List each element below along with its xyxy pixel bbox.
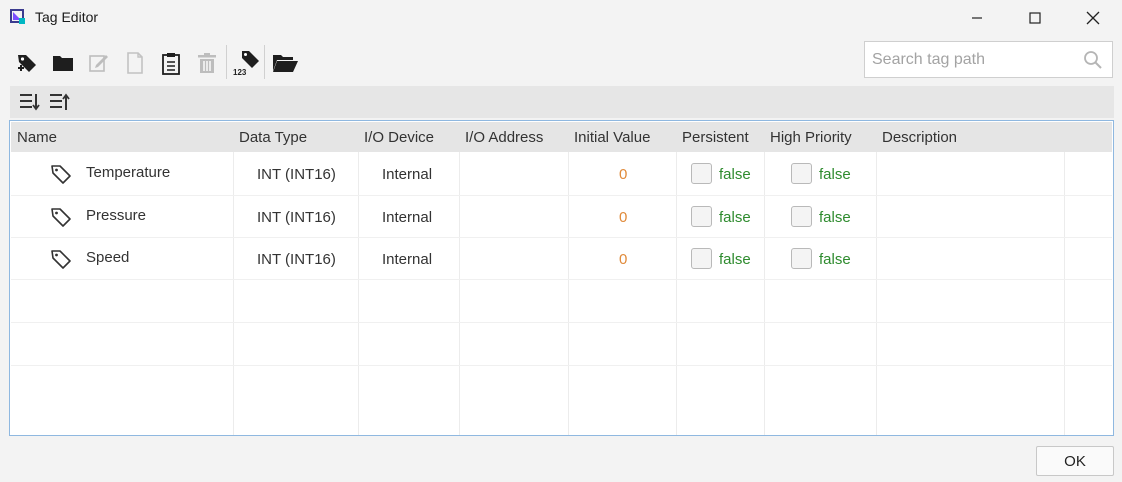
minimize-icon <box>972 17 982 19</box>
grid-header: Name Data Type I/O Device I/O Address In… <box>11 122 1112 152</box>
persistent-checkbox[interactable] <box>691 206 712 227</box>
sort-bar <box>10 86 1114 118</box>
title-bar: Tag Editor <box>0 0 1122 36</box>
data-type-value: INT (INT16) <box>257 251 336 268</box>
maximize-button[interactable] <box>1012 0 1058 36</box>
row-divider <box>11 237 1112 238</box>
data-type-value: INT (INT16) <box>257 209 336 226</box>
column-header-io-address[interactable]: I/O Address <box>465 129 543 146</box>
paste-button[interactable] <box>156 47 186 79</box>
tag-numeric-button[interactable]: 123 <box>232 47 262 79</box>
persistent-checkbox[interactable] <box>691 248 712 269</box>
sort-ascending-icon <box>20 94 40 111</box>
tag-icon <box>51 208 71 227</box>
app-logo-icon <box>10 9 25 24</box>
column-header-data-type[interactable]: Data Type <box>239 129 307 146</box>
edit-button[interactable] <box>84 47 114 79</box>
persistent-value: false <box>719 251 751 268</box>
column-header-initial-value[interactable]: Initial Value <box>574 129 650 146</box>
add-tag-button[interactable] <box>12 47 42 79</box>
persistent-checkbox[interactable] <box>691 163 712 184</box>
sort-descending-icon <box>50 93 70 110</box>
delete-button[interactable] <box>192 47 222 79</box>
tag-name: Speed <box>86 249 130 266</box>
close-button[interactable] <box>1070 0 1116 36</box>
persistent-value: false <box>719 166 751 183</box>
tag-icon <box>51 250 71 269</box>
initial-value: 0 <box>619 251 628 268</box>
row-divider <box>11 322 1112 323</box>
column-header-high-priority[interactable]: High Priority <box>770 129 852 146</box>
tag-123-label: 123 <box>233 68 247 77</box>
io-device-value: Internal <box>382 166 433 183</box>
toolbar-separator <box>226 45 227 79</box>
copy-button[interactable] <box>120 47 150 79</box>
close-icon <box>1086 11 1100 25</box>
search-box <box>864 41 1113 78</box>
high-priority-checkbox[interactable] <box>791 163 812 184</box>
io-device-value: Internal <box>382 209 433 226</box>
column-header-persistent[interactable]: Persistent <box>682 129 749 146</box>
open-folder-icon <box>273 55 298 72</box>
initial-value: 0 <box>619 209 628 226</box>
tag-123-icon: 123 <box>233 51 259 77</box>
high-priority-checkbox[interactable] <box>791 248 812 269</box>
folder-icon <box>53 56 73 71</box>
tag-grid: Name Data Type I/O Device I/O Address In… <box>9 120 1114 436</box>
tag-name: Temperature <box>86 164 171 181</box>
add-folder-button[interactable] <box>48 47 78 79</box>
tag-icon <box>51 165 71 184</box>
row-divider <box>11 195 1112 196</box>
high-priority-checkbox[interactable] <box>791 206 812 227</box>
high-priority-value: false <box>819 166 851 183</box>
edit-icon <box>89 55 108 72</box>
delete-icon <box>198 53 216 73</box>
search-input[interactable] <box>865 42 1075 77</box>
row-divider <box>11 365 1112 366</box>
toolbar-separator <box>264 45 265 79</box>
open-folder-button[interactable] <box>270 47 300 79</box>
row-divider <box>11 279 1112 280</box>
high-priority-value: false <box>819 209 851 226</box>
io-device-value: Internal <box>382 251 433 268</box>
add-tag-icon <box>18 55 36 72</box>
maximize-icon <box>1029 12 1041 24</box>
column-header-name[interactable]: Name <box>17 129 57 146</box>
tag-name: Pressure <box>86 207 147 224</box>
copy-icon <box>127 52 143 74</box>
window-title: Tag Editor <box>35 9 99 25</box>
sort-ascending-button[interactable] <box>16 89 42 115</box>
ok-button[interactable]: OK <box>1036 446 1114 476</box>
data-type-value: INT (INT16) <box>257 166 336 183</box>
paste-icon <box>162 53 180 75</box>
column-header-description[interactable]: Description <box>882 129 957 146</box>
minimize-button[interactable] <box>954 0 1000 36</box>
search-icon[interactable] <box>1083 50 1103 70</box>
persistent-value: false <box>719 209 751 226</box>
sort-descending-button[interactable] <box>46 89 72 115</box>
high-priority-value: false <box>819 251 851 268</box>
initial-value: 0 <box>619 166 628 183</box>
column-header-io-device[interactable]: I/O Device <box>364 129 434 146</box>
